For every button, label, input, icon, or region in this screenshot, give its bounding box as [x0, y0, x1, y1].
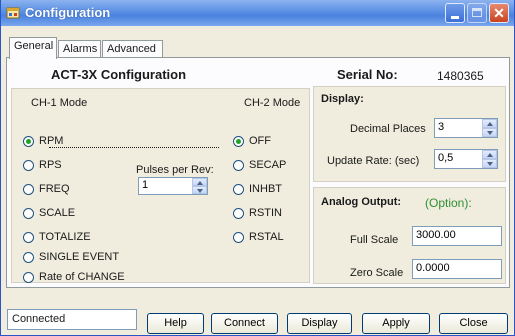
close-icon: ✕ — [493, 5, 505, 21]
spin-up-icon[interactable] — [482, 150, 497, 159]
analog-output-heading: Analog Output: — [321, 196, 402, 208]
spin-down-icon[interactable] — [482, 159, 497, 168]
minimize-button[interactable] — [445, 3, 465, 23]
maximize-button[interactable] — [467, 3, 487, 23]
spin-up-icon[interactable] — [192, 178, 207, 186]
ch2-radio-off[interactable]: OFF — [233, 134, 271, 148]
zero-scale-input[interactable]: 0.0000 — [412, 259, 502, 279]
ch1-radio-freq[interactable]: FREQ — [23, 182, 70, 196]
help-button[interactable]: Help — [147, 313, 204, 334]
general-tab-panel: ACT-3X Configuration Serial No: 1480365 … — [6, 57, 510, 288]
radio-label: SINGLE EVENT — [39, 251, 120, 263]
radio-label: RSTIN — [249, 207, 282, 219]
radio-indicator — [233, 159, 244, 171]
radio-indicator — [233, 183, 244, 195]
ch2-mode-label: CH-2 Mode — [244, 97, 301, 109]
ch1-radio-totalize[interactable]: TOTALIZE — [23, 230, 91, 244]
decimal-places-stepper[interactable]: 3 — [434, 118, 498, 138]
ch1-radio-rate-of-change[interactable]: Rate of CHANGE — [23, 270, 125, 284]
radio-label: Rate of CHANGE — [39, 271, 125, 283]
ch2-radio-rstin[interactable]: RSTIN — [233, 206, 282, 220]
tab-alarms[interactable]: Alarms — [58, 40, 101, 57]
maximize-icon — [472, 8, 482, 17]
radio-label: RPM — [39, 135, 64, 147]
display-button[interactable]: Display — [287, 313, 352, 334]
config-heading: ACT-3X Configuration — [51, 67, 187, 82]
display-heading: Display: — [321, 93, 364, 105]
radio-indicator — [233, 231, 244, 243]
focus-dotted-line — [49, 147, 219, 148]
radio-indicator — [23, 183, 34, 195]
display-group: Display: Decimal Places 3 Update Rate: (… — [313, 86, 506, 182]
ch1-radio-rpm[interactable]: RPM — [23, 134, 63, 148]
update-spinner[interactable] — [482, 150, 497, 168]
close-window-button[interactable]: ✕ — [489, 3, 509, 23]
configuration-window: Configuration ✕ General Alarms Advanced … — [0, 0, 515, 336]
radio-label: OFF — [249, 135, 271, 147]
ch2-radio-rstal[interactable]: RSTAL — [233, 230, 284, 244]
apply-button[interactable]: Apply — [362, 313, 430, 334]
radio-indicator — [23, 135, 34, 147]
radio-label: RSTAL — [249, 231, 284, 243]
zero-scale-value: 0.0000 — [416, 262, 450, 274]
spin-down-icon[interactable] — [482, 128, 497, 137]
tab-general[interactable]: General — [9, 37, 57, 59]
ch2-radio-secap[interactable]: SECAP — [233, 158, 286, 172]
serial-value: 1480365 — [437, 69, 484, 83]
decimal-spinner[interactable] — [482, 119, 497, 137]
app-window-icon — [6, 7, 20, 19]
radio-label: SCALE — [39, 207, 76, 219]
ch1-mode-label: CH-1 Mode — [31, 97, 88, 109]
serial-label: Serial No: — [337, 67, 398, 82]
decimal-places-value: 3 — [438, 121, 445, 133]
radio-label: INHBT — [249, 183, 282, 195]
connect-button[interactable]: Connect — [211, 313, 278, 334]
spin-down-icon[interactable] — [192, 186, 207, 194]
title-bar[interactable]: Configuration ✕ — [1, 0, 514, 26]
radio-indicator — [233, 135, 244, 147]
analog-output-group: Analog Output: (Option): Full Scale 3000… — [313, 187, 506, 284]
radio-label: RPS — [39, 159, 62, 171]
pulses-spinner[interactable] — [192, 178, 207, 194]
pulses-per-rev-value: 1 — [142, 179, 149, 191]
ch1-radio-scale[interactable]: SCALE — [23, 206, 75, 220]
connection-status-field: Connected — [7, 309, 137, 330]
radio-indicator — [23, 251, 34, 263]
full-scale-label: Full Scale — [350, 234, 399, 246]
minimize-icon — [451, 16, 459, 19]
close-button[interactable]: Close — [439, 313, 508, 334]
update-rate-value: 0,5 — [438, 152, 454, 164]
radio-indicator — [23, 159, 34, 171]
pulses-per-rev-stepper[interactable]: 1 — [138, 177, 208, 195]
update-rate-label: Update Rate: (sec) — [327, 155, 420, 167]
radio-indicator — [23, 207, 34, 219]
ch2-radio-inhbt[interactable]: INHBT — [233, 182, 282, 196]
pulses-per-rev-label: Pulses per Rev: — [136, 164, 214, 176]
radio-label: FREQ — [39, 183, 70, 195]
full-scale-value: 3000.00 — [416, 229, 456, 241]
option-text: (Option): — [425, 196, 472, 210]
full-scale-input[interactable]: 3000.00 — [412, 226, 502, 246]
channel-mode-group: CH-1 Mode CH-2 Mode RPM RPS FREQ SCALE T… — [11, 88, 310, 283]
spin-up-icon[interactable] — [482, 119, 497, 128]
zero-scale-label: Zero Scale — [350, 267, 404, 279]
radio-label: SECAP — [249, 159, 287, 171]
ch1-radio-single-event[interactable]: SINGLE EVENT — [23, 250, 119, 264]
radio-indicator — [23, 231, 34, 243]
ch1-radio-rps[interactable]: RPS — [23, 158, 62, 172]
window-title: Configuration — [25, 5, 111, 20]
radio-label: TOTALIZE — [39, 231, 91, 243]
update-rate-stepper[interactable]: 0,5 — [434, 149, 498, 169]
radio-indicator — [233, 207, 244, 219]
tab-advanced[interactable]: Advanced — [102, 40, 163, 57]
radio-indicator — [23, 271, 34, 283]
decimal-places-label: Decimal Places — [350, 123, 426, 135]
